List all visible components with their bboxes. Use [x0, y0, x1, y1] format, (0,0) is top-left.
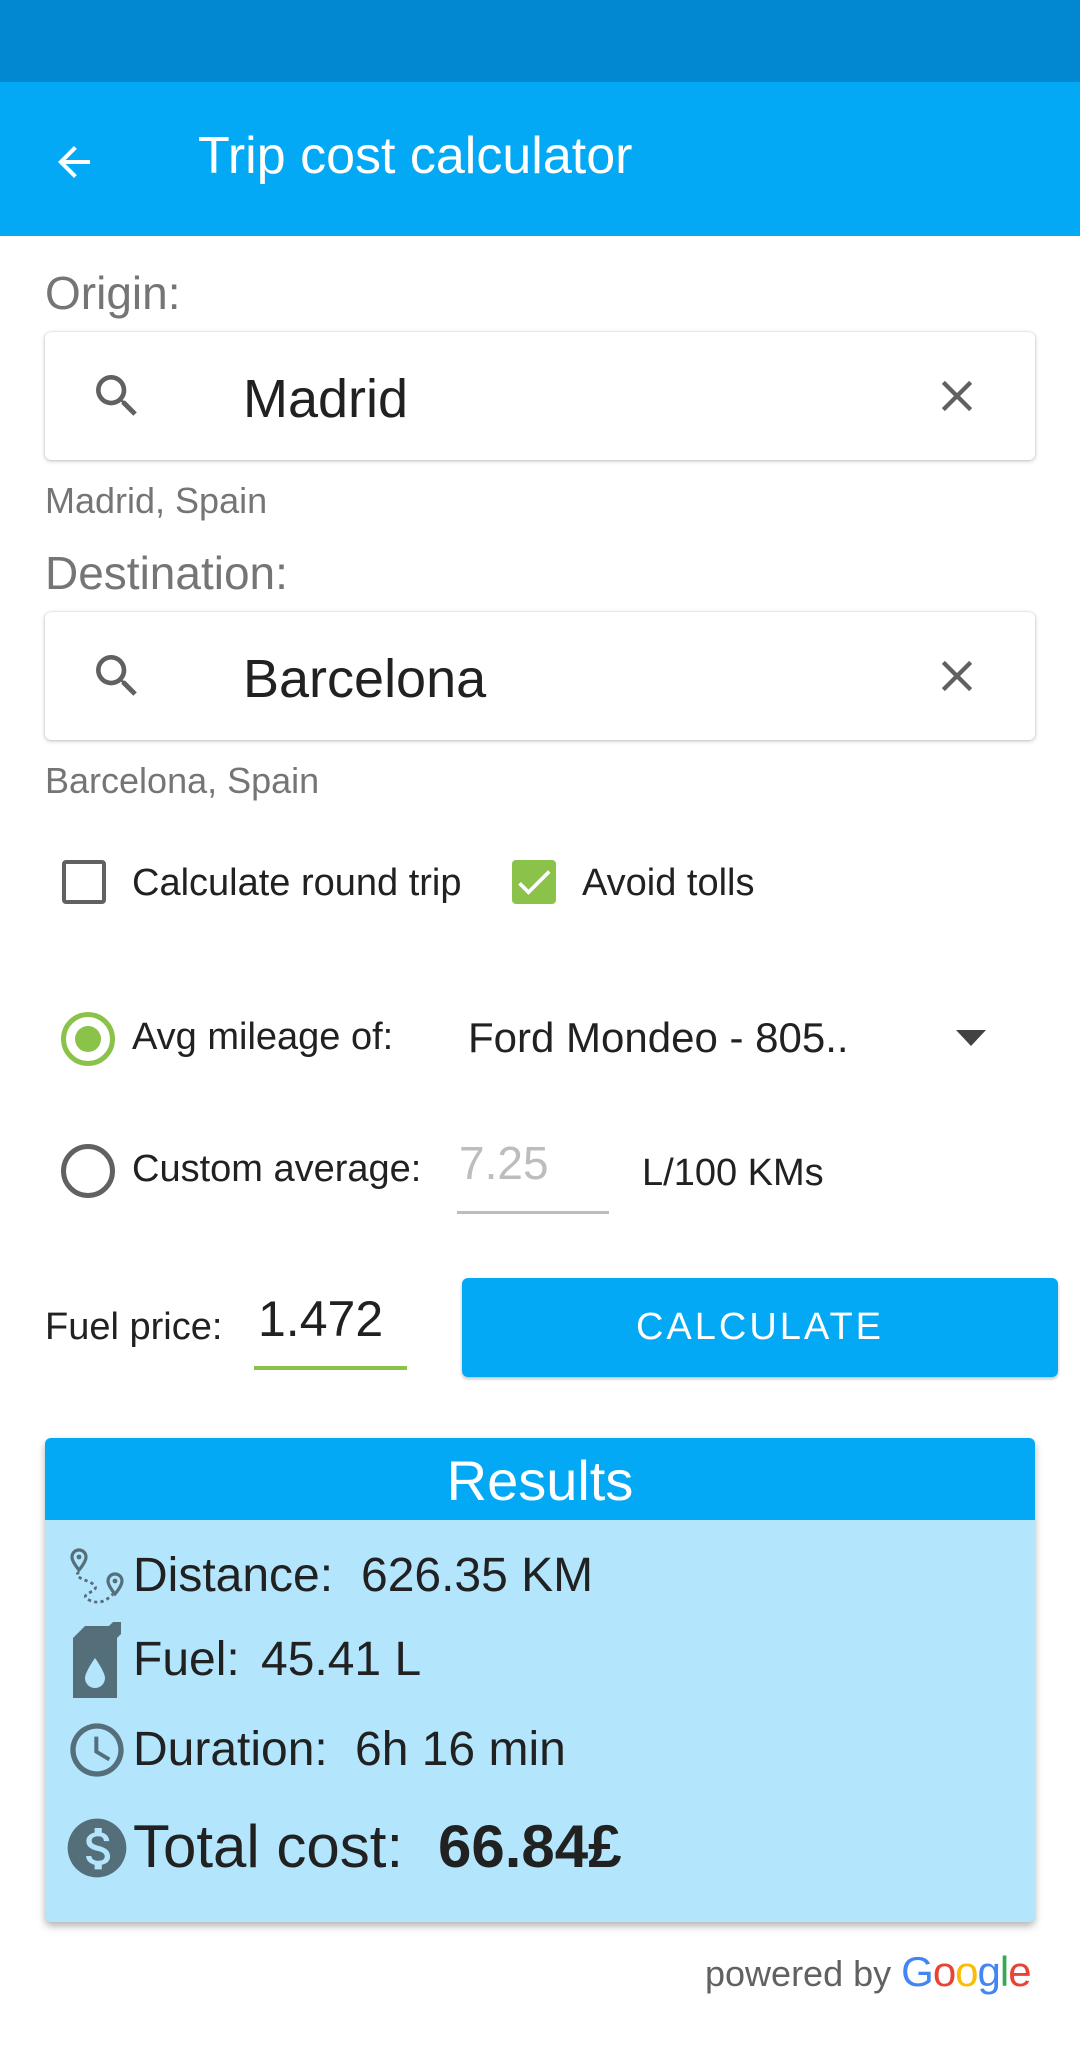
trip-options: Calculate round trip Avoid tolls: [62, 856, 1062, 912]
clock-icon: [70, 1723, 124, 1777]
back-button[interactable]: [34, 122, 114, 202]
distance-row: Distance: 626.35 KM: [45, 1542, 1035, 1612]
duration-row: Duration: 6h 16 min: [45, 1716, 1035, 1786]
custom-average-label[interactable]: Custom average:: [132, 1148, 421, 1191]
avoid-tolls-label[interactable]: Avoid tolls: [582, 862, 755, 905]
origin-label: Origin:: [45, 267, 181, 319]
total-cost-label: Total cost:: [133, 1813, 404, 1880]
checkmark-icon: [518, 870, 551, 895]
results-title: Results: [446, 1449, 634, 1512]
results-card: Results Distance: 626.35 KM Fuel: 45.41 …: [45, 1438, 1035, 1922]
total-cost-row: Total cost: 66.84£: [45, 1806, 1035, 1896]
round-trip-label[interactable]: Calculate round trip: [132, 862, 462, 905]
destination-input[interactable]: Barcelona: [243, 648, 486, 710]
origin-search-field[interactable]: Madrid: [45, 332, 1035, 460]
duration-value: 6h 16 min: [355, 1723, 566, 1776]
fuel-can-icon: [73, 1622, 121, 1698]
destination-resolved: Barcelona, Spain: [45, 760, 320, 801]
app-bar: Trip cost calculator: [0, 82, 1080, 236]
search-icon: [96, 375, 137, 416]
round-trip-checkbox[interactable]: [62, 860, 106, 904]
fuel-label: Fuel:: [133, 1633, 240, 1686]
avoid-tolls-checkbox[interactable]: [512, 860, 556, 904]
back-arrow-icon: [58, 146, 90, 178]
powered-by-label: powered by: [705, 1953, 892, 1994]
results-header: Results: [45, 1438, 1035, 1520]
dropdown-arrow-icon[interactable]: [956, 1030, 986, 1046]
total-cost-value: 66.84£: [438, 1813, 622, 1880]
powered-by-google: powered by Google: [705, 1948, 1032, 1996]
google-logo: Google: [901, 1948, 1031, 1995]
avg-mileage-label[interactable]: Avg mileage of:: [132, 1016, 393, 1059]
close-icon[interactable]: [931, 370, 983, 422]
fuel-value: 45.41 L: [261, 1633, 422, 1686]
unit-label: L/100 KMs: [642, 1152, 824, 1194]
duration-label: Duration:: [133, 1723, 328, 1776]
fuel-price-label: Fuel price:: [45, 1306, 223, 1348]
distance-value: 626.35 KM: [361, 1549, 594, 1602]
vehicle-dropdown[interactable]: Ford Mondeo - 805..: [468, 1014, 849, 1062]
origin-resolved: Madrid, Spain: [45, 480, 268, 521]
fuel-row: Fuel: 45.41 L: [45, 1622, 1035, 1698]
avg-mileage-radio[interactable]: [61, 1012, 115, 1066]
calculate-button[interactable]: CALCULATE: [462, 1278, 1058, 1377]
fuel-price-input[interactable]: 1.472: [254, 1290, 407, 1370]
status-bar: [0, 0, 1080, 82]
page-title: Trip cost calculator: [198, 127, 633, 185]
close-icon[interactable]: [931, 650, 983, 702]
search-icon: [96, 655, 137, 696]
destination-label: Destination:: [45, 547, 288, 599]
destination-search-field[interactable]: Barcelona: [45, 612, 1035, 740]
dollar-icon: [67, 1818, 127, 1878]
distance-label: Distance:: [133, 1549, 334, 1602]
custom-average-input[interactable]: 7.25: [457, 1136, 609, 1214]
origin-input[interactable]: Madrid: [243, 368, 408, 430]
route-icon: [70, 1548, 124, 1604]
custom-average-radio[interactable]: [61, 1144, 115, 1198]
